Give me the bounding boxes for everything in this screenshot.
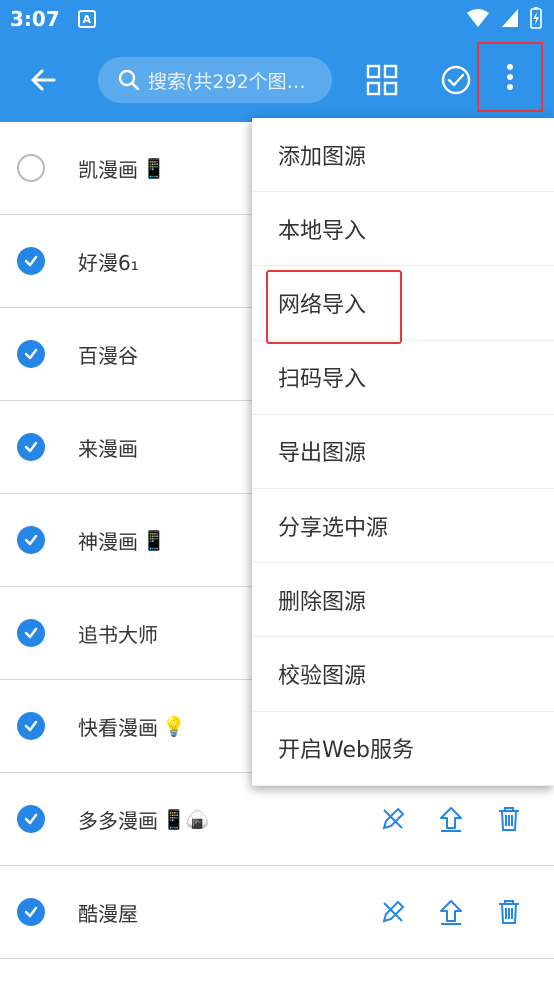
menu-item-label: 扫码导入 xyxy=(278,367,367,393)
checkbox-checked-icon[interactable] xyxy=(17,340,45,368)
delete-icon[interactable] xyxy=(494,897,524,927)
checkbox-checked-icon[interactable] xyxy=(17,898,45,926)
menu-item-label: 网络导入 xyxy=(278,292,367,318)
search-input[interactable]: 搜索(共292个图… xyxy=(98,57,332,103)
source-name-label: 神漫画 xyxy=(78,529,138,554)
menu-item-label: 添加图源 xyxy=(278,144,367,170)
source-emoji: 📱🍙 xyxy=(162,808,210,831)
source-name: 百漫谷 xyxy=(78,340,138,369)
select-all-icon[interactable] xyxy=(438,62,474,98)
source-name: 凯漫画 📱 xyxy=(78,154,166,183)
menu-item-label: 分享选中源 xyxy=(278,515,389,541)
menu-item-0[interactable]: 添加图源 xyxy=(252,118,554,193)
upload-icon[interactable] xyxy=(436,804,466,834)
edit-icon[interactable] xyxy=(378,897,408,927)
source-name: 神漫画 📱 xyxy=(78,526,166,555)
source-name: 酷漫屋 xyxy=(78,898,138,927)
source-name-label: 快看漫画 xyxy=(78,715,158,740)
wifi-icon xyxy=(467,9,489,27)
source-name-label: 来漫画 xyxy=(78,436,138,461)
source-name: 追书大师 xyxy=(78,619,158,648)
back-arrow-icon[interactable] xyxy=(24,60,64,100)
more-options-button[interactable] xyxy=(477,42,543,112)
status-time: 3:07 xyxy=(10,7,60,31)
menu-item-5[interactable]: 分享选中源 xyxy=(252,489,554,564)
row-actions xyxy=(378,897,524,927)
checkbox-checked-icon[interactable] xyxy=(17,526,45,554)
menu-item-label: 导出图源 xyxy=(278,441,367,467)
menu-item-1[interactable]: 本地导入 xyxy=(252,192,554,267)
battery-icon xyxy=(530,7,542,29)
menu-item-label: 本地导入 xyxy=(278,218,367,244)
upload-icon[interactable] xyxy=(436,897,466,927)
menu-item-8[interactable]: 开启Web服务 xyxy=(252,712,554,786)
source-name: 快看漫画 💡 xyxy=(78,712,186,741)
menu-item-6[interactable]: 删除图源 xyxy=(252,563,554,638)
source-emoji: 📱 xyxy=(142,157,166,180)
menu-item-label: 校验图源 xyxy=(278,663,367,689)
checkbox-checked-icon[interactable] xyxy=(17,805,45,833)
list-item[interactable]: 多多漫画 📱🍙 xyxy=(0,773,554,866)
row-actions xyxy=(378,804,524,834)
menu-item-7[interactable]: 校验图源 xyxy=(252,637,554,712)
signal-icon xyxy=(502,9,518,27)
menu-item-3[interactable]: 扫码导入 xyxy=(252,341,554,415)
source-name-label: 百漫谷 xyxy=(78,343,138,368)
source-name-label: 好漫6₁ xyxy=(78,250,139,275)
notification-icon: A xyxy=(77,10,96,28)
source-name: 来漫画 xyxy=(78,433,138,462)
checkbox-unchecked-icon[interactable] xyxy=(17,154,45,182)
source-name-label: 追书大师 xyxy=(78,622,158,647)
edit-icon[interactable] xyxy=(378,804,408,834)
source-name-label: 多多漫画 xyxy=(78,808,158,833)
checkbox-checked-icon[interactable] xyxy=(17,619,45,647)
checkbox-checked-icon[interactable] xyxy=(17,433,45,461)
menu-item-4[interactable]: 导出图源 xyxy=(252,415,554,489)
source-emoji: 📱 xyxy=(142,529,166,552)
overflow-menu: 添加图源本地导入网络导入扫码导入导出图源分享选中源删除图源校验图源开启Web服务 xyxy=(252,118,554,786)
status-icons xyxy=(466,7,542,29)
menu-item-label: 删除图源 xyxy=(278,589,367,615)
status-bar: 3:07 A xyxy=(0,0,554,38)
more-vert-icon xyxy=(507,64,513,90)
menu-item-2[interactable]: 网络导入 xyxy=(252,266,554,345)
app-bar: 搜索(共292个图… xyxy=(0,38,554,122)
menu-item-label: 开启Web服务 xyxy=(278,738,414,764)
source-name-label: 凯漫画 xyxy=(78,157,138,182)
search-placeholder: 搜索(共292个图… xyxy=(148,70,306,93)
source-name: 多多漫画 📱🍙 xyxy=(78,805,209,834)
search-icon xyxy=(118,69,140,91)
source-name-label: 酷漫屋 xyxy=(78,901,138,926)
delete-icon[interactable] xyxy=(494,804,524,834)
grid-view-icon[interactable] xyxy=(364,62,400,98)
source-emoji: 💡 xyxy=(162,715,186,738)
checkbox-checked-icon[interactable] xyxy=(17,247,45,275)
checkbox-checked-icon[interactable] xyxy=(17,712,45,740)
list-item[interactable]: 酷漫屋 xyxy=(0,866,554,959)
source-name: 好漫6₁ xyxy=(78,247,139,276)
